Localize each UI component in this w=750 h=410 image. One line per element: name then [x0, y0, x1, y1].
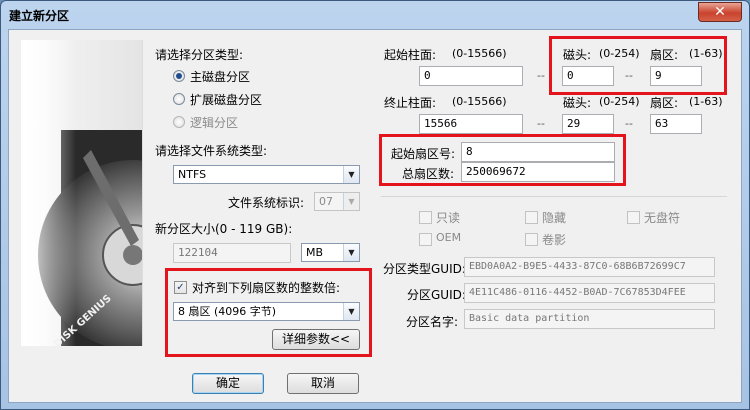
ok-button[interactable]: 确定 — [192, 373, 264, 394]
shadow-copy-label: 卷影 — [542, 233, 567, 247]
end-sector-input[interactable]: 63 — [650, 114, 702, 134]
size-unit-value: MB — [306, 246, 324, 259]
filesystem-id-select[interactable]: 07 ▼ — [314, 192, 360, 211]
logical-partition-label: 逻辑分区 — [190, 116, 239, 130]
hidden-label: 隐藏 — [542, 211, 567, 225]
oem-label: OEM — [436, 231, 462, 244]
filesystem-id-value: 07 — [319, 195, 333, 208]
end-cylinder-range: (0-15566) — [452, 95, 507, 108]
separator: -- — [537, 117, 545, 130]
end-sector-label: 扇区: — [650, 96, 679, 110]
radio-logical-partition[interactable] — [173, 116, 185, 128]
shadow-copy-checkbox[interactable] — [525, 233, 538, 246]
partition-type-label: 请选择分区类型: — [155, 48, 244, 62]
start-cylinder-range: (0-15566) — [452, 47, 507, 60]
no-drive-letter-checkbox[interactable] — [627, 211, 640, 224]
primary-partition-label: 主磁盘分区 — [190, 70, 251, 84]
partition-name-input[interactable]: Basic data partition — [464, 309, 715, 329]
filesystem-type-label: 请选择文件系统类型: — [155, 144, 268, 158]
close-button[interactable]: ✕ — [698, 2, 742, 22]
end-head-range: (0-254) — [599, 95, 640, 108]
size-unit-select[interactable]: MB ▼ — [301, 243, 360, 262]
chevron-down-icon: ▼ — [343, 193, 359, 210]
filesystem-type-value: NTFS — [178, 168, 207, 181]
end-head-label: 磁头: — [563, 96, 592, 110]
filesystem-id-label: 文件系统标识: — [228, 196, 305, 210]
highlight-box-start-chs — [549, 36, 727, 95]
title-bar: 建立新分区 ✕ — [1, 1, 749, 29]
start-cylinder-label: 起始柱面: — [384, 48, 437, 62]
separator: -- — [537, 69, 545, 82]
extended-partition-label: 扩展磁盘分区 — [190, 93, 263, 107]
readonly-checkbox[interactable] — [419, 211, 432, 224]
partition-size-input[interactable]: 122104 — [173, 243, 291, 263]
divider — [381, 196, 727, 197]
close-icon: ✕ — [714, 4, 726, 20]
filesystem-type-select[interactable]: NTFS ▼ — [173, 165, 360, 184]
no-drive-letter-label: 无盘符 — [644, 211, 681, 225]
dialog-title: 建立新分区 — [9, 9, 70, 23]
end-head-input[interactable]: 29 — [562, 114, 614, 134]
partition-type-guid-input[interactable]: EBD0A0A2-B9E5-4433-87C0-68B6B72699C7 — [464, 257, 715, 277]
partition-guid-label: 分区GUID: — [407, 288, 466, 302]
partition-size-label: 新分区大小(0 - 119 GB): — [155, 222, 293, 236]
partition-type-guid-label: 分区类型GUID: — [383, 262, 466, 276]
start-cylinder-input[interactable]: 0 — [419, 66, 523, 86]
oem-checkbox[interactable] — [419, 233, 432, 246]
end-cylinder-label: 终止柱面: — [384, 96, 437, 110]
radio-extended-partition[interactable] — [173, 93, 185, 105]
readonly-label: 只读 — [436, 211, 461, 225]
radio-primary-partition[interactable] — [173, 70, 185, 82]
end-cylinder-input[interactable]: 15566 — [419, 114, 523, 134]
partition-guid-input[interactable]: 4E11C486-0116-4452-B0AD-7C67853D4FEE — [464, 283, 715, 303]
disk-genius-artwork: DISK GENIUS — [21, 40, 143, 346]
highlight-box-alignment — [165, 268, 372, 357]
new-partition-dialog: 建立新分区 ✕ DISK GENIUS 请选择分区类型: 主磁盘分区 扩展磁盘分… — [0, 0, 750, 410]
chevron-down-icon: ▼ — [343, 244, 359, 261]
hidden-checkbox[interactable] — [525, 211, 538, 224]
dialog-body: DISK GENIUS 请选择分区类型: 主磁盘分区 扩展磁盘分区 逻辑分区 请… — [8, 29, 742, 403]
highlight-box-lba — [379, 134, 626, 186]
chevron-down-icon: ▼ — [343, 166, 359, 183]
hard-disk-icon: DISK GENIUS — [21, 40, 142, 346]
end-sector-range: (1-63) — [689, 95, 723, 108]
separator: -- — [625, 117, 633, 130]
partition-name-label: 分区名字: — [406, 315, 459, 329]
cancel-button[interactable]: 取消 — [287, 373, 359, 394]
